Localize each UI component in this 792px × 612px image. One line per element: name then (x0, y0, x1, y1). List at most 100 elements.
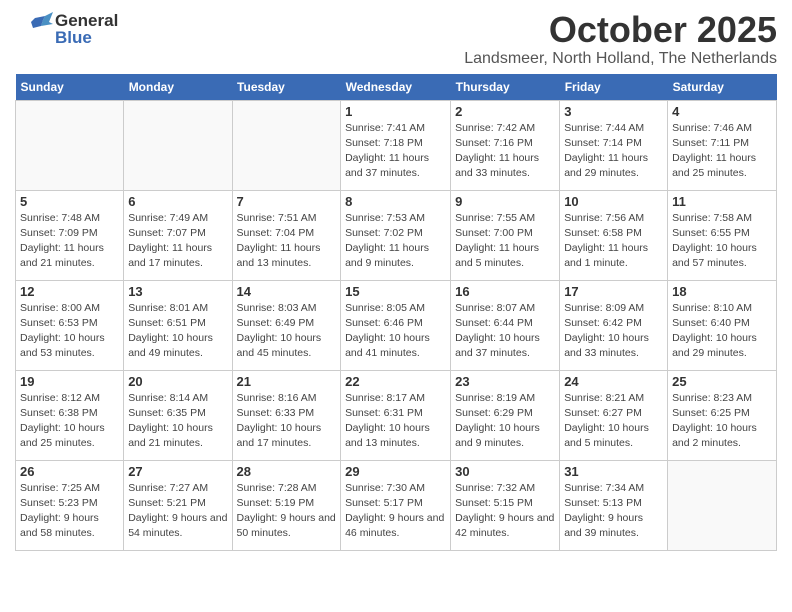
calendar-cell: 23 Sunrise: 8:19 AM Sunset: 6:29 PM Dayli… (451, 370, 560, 460)
date-number: 4 (672, 104, 772, 119)
calendar-week-3: 12 Sunrise: 8:00 AM Sunset: 6:53 PM Dayli… (16, 280, 777, 370)
calendar-cell: 11 Sunrise: 7:58 AM Sunset: 6:55 PM Dayli… (668, 190, 777, 280)
date-number: 28 (237, 464, 337, 479)
calendar-cell: 27Sunrise: 7:27 AM Sunset: 5:21 PM Dayli… (124, 460, 232, 550)
calendar-cell: 25 Sunrise: 8:23 AM Sunset: 6:25 PM Dayli… (668, 370, 777, 460)
date-number: 20 (128, 374, 227, 389)
day-info: Sunrise: 8:07 AM Sunset: 6:44 PM Dayligh… (455, 301, 555, 362)
date-number: 1 (345, 104, 446, 119)
day-info: Sunrise: 7:32 AM Sunset: 5:15 PM Dayligh… (455, 481, 555, 542)
date-number: 17 (564, 284, 663, 299)
day-info: Sunrise: 7:56 AM Sunset: 6:58 PM Dayligh… (564, 211, 663, 272)
calendar-cell: 5 Sunrise: 7:48 AM Sunset: 7:09 PM Daylig… (16, 190, 124, 280)
calendar-cell: 20 Sunrise: 8:14 AM Sunset: 6:35 PM Dayli… (124, 370, 232, 460)
calendar-cell: 15Sunrise: 8:05 AM Sunset: 6:46 PM Dayli… (341, 280, 451, 370)
day-info: Sunrise: 8:14 AM Sunset: 6:35 PM Dayligh… (128, 391, 227, 452)
day-info: Sunrise: 8:01 AM Sunset: 6:51 PM Dayligh… (128, 301, 227, 362)
day-info: Sunrise: 7:44 AM Sunset: 7:14 PM Dayligh… (564, 121, 663, 182)
day-info: Sunrise: 8:00 AM Sunset: 6:53 PM Dayligh… (20, 301, 119, 362)
date-number: 18 (672, 284, 772, 299)
day-info: Sunrise: 7:30 AM Sunset: 5:17 PM Dayligh… (345, 481, 446, 542)
day-info: Sunrise: 7:49 AM Sunset: 7:07 PM Dayligh… (128, 211, 227, 272)
col-monday: Monday (124, 74, 232, 101)
date-number: 31 (564, 464, 663, 479)
logo: General Blue (15, 10, 118, 48)
date-number: 9 (455, 194, 555, 209)
day-info: Sunrise: 7:53 AM Sunset: 7:02 PM Dayligh… (345, 211, 446, 272)
calendar-cell (124, 100, 232, 190)
date-number: 6 (128, 194, 227, 209)
calendar-cell: 1 Sunrise: 7:41 AM Sunset: 7:18 PM Daylig… (341, 100, 451, 190)
calendar-cell (232, 100, 341, 190)
day-info: Sunrise: 7:46 AM Sunset: 7:11 PM Dayligh… (672, 121, 772, 182)
calendar-cell: 12 Sunrise: 8:00 AM Sunset: 6:53 PM Dayli… (16, 280, 124, 370)
date-number: 22 (345, 374, 446, 389)
calendar-cell: 24 Sunrise: 8:21 AM Sunset: 6:27 PM Dayli… (560, 370, 668, 460)
date-number: 30 (455, 464, 555, 479)
date-number: 8 (345, 194, 446, 209)
date-number: 16 (455, 284, 555, 299)
logo-icon (15, 10, 53, 48)
date-number: 27 (128, 464, 227, 479)
day-info: Sunrise: 7:34 AM Sunset: 5:13 PM Dayligh… (564, 481, 663, 542)
day-info: Sunrise: 7:58 AM Sunset: 6:55 PM Dayligh… (672, 211, 772, 272)
calendar-week-4: 19 Sunrise: 8:12 AM Sunset: 6:38 PM Dayli… (16, 370, 777, 460)
calendar-cell: 26 Sunrise: 7:25 AM Sunset: 5:23 PM Dayli… (16, 460, 124, 550)
location-title: Landsmeer, North Holland, The Netherland… (464, 50, 777, 68)
calendar-cell: 28 Sunrise: 7:28 AM Sunset: 5:19 PM Dayli… (232, 460, 341, 550)
col-wednesday: Wednesday (341, 74, 451, 101)
day-info: Sunrise: 8:23 AM Sunset: 6:25 PM Dayligh… (672, 391, 772, 452)
day-info: Sunrise: 8:21 AM Sunset: 6:27 PM Dayligh… (564, 391, 663, 452)
calendar-cell: 6 Sunrise: 7:49 AM Sunset: 7:07 PM Daylig… (124, 190, 232, 280)
date-number: 2 (455, 104, 555, 119)
col-tuesday: Tuesday (232, 74, 341, 101)
day-info: Sunrise: 7:48 AM Sunset: 7:09 PM Dayligh… (20, 211, 119, 272)
day-info: Sunrise: 8:19 AM Sunset: 6:29 PM Dayligh… (455, 391, 555, 452)
date-number: 5 (20, 194, 119, 209)
calendar-cell: 14 Sunrise: 8:03 AM Sunset: 6:49 PM Dayli… (232, 280, 341, 370)
date-number: 14 (237, 284, 337, 299)
calendar-cell: 22Sunrise: 8:17 AM Sunset: 6:31 PM Dayli… (341, 370, 451, 460)
date-number: 26 (20, 464, 119, 479)
date-number: 29 (345, 464, 446, 479)
calendar-week-1: 1 Sunrise: 7:41 AM Sunset: 7:18 PM Daylig… (16, 100, 777, 190)
day-info: Sunrise: 7:28 AM Sunset: 5:19 PM Dayligh… (237, 481, 337, 542)
calendar-cell: 21Sunrise: 8:16 AM Sunset: 6:33 PM Dayli… (232, 370, 341, 460)
header-row: Sunday Monday Tuesday Wednesday Thursday… (16, 74, 777, 101)
calendar-cell: 9Sunrise: 7:55 AM Sunset: 7:00 PM Daylig… (451, 190, 560, 280)
calendar-cell: 17 Sunrise: 8:09 AM Sunset: 6:42 PM Dayli… (560, 280, 668, 370)
title-section: October 2025 Landsmeer, North Holland, T… (464, 10, 777, 68)
calendar-week-2: 5 Sunrise: 7:48 AM Sunset: 7:09 PM Daylig… (16, 190, 777, 280)
date-number: 11 (672, 194, 772, 209)
page: General Blue October 2025 Landsmeer, Nor… (0, 0, 792, 561)
calendar-week-5: 26 Sunrise: 7:25 AM Sunset: 5:23 PM Dayli… (16, 460, 777, 550)
day-info: Sunrise: 8:12 AM Sunset: 6:38 PM Dayligh… (20, 391, 119, 452)
logo-text-block: General Blue (55, 12, 118, 46)
day-info: Sunrise: 8:16 AM Sunset: 6:33 PM Dayligh… (237, 391, 337, 452)
day-info: Sunrise: 7:41 AM Sunset: 7:18 PM Dayligh… (345, 121, 446, 182)
calendar-table: Sunday Monday Tuesday Wednesday Thursday… (15, 74, 777, 551)
header: General Blue October 2025 Landsmeer, Nor… (15, 10, 777, 68)
date-number: 24 (564, 374, 663, 389)
day-info: Sunrise: 8:09 AM Sunset: 6:42 PM Dayligh… (564, 301, 663, 362)
day-info: Sunrise: 8:10 AM Sunset: 6:40 PM Dayligh… (672, 301, 772, 362)
day-info: Sunrise: 7:51 AM Sunset: 7:04 PM Dayligh… (237, 211, 337, 272)
col-sunday: Sunday (16, 74, 124, 101)
col-friday: Friday (560, 74, 668, 101)
date-number: 13 (128, 284, 227, 299)
day-info: Sunrise: 8:03 AM Sunset: 6:49 PM Dayligh… (237, 301, 337, 362)
date-number: 19 (20, 374, 119, 389)
date-number: 25 (672, 374, 772, 389)
col-saturday: Saturday (668, 74, 777, 101)
date-number: 12 (20, 284, 119, 299)
day-info: Sunrise: 8:05 AM Sunset: 6:46 PM Dayligh… (345, 301, 446, 362)
col-thursday: Thursday (451, 74, 560, 101)
calendar-cell: 8 Sunrise: 7:53 AM Sunset: 7:02 PM Daylig… (341, 190, 451, 280)
calendar-cell: 29 Sunrise: 7:30 AM Sunset: 5:17 PM Dayli… (341, 460, 451, 550)
date-number: 23 (455, 374, 555, 389)
day-info: Sunrise: 7:25 AM Sunset: 5:23 PM Dayligh… (20, 481, 119, 542)
calendar-cell: 7Sunrise: 7:51 AM Sunset: 7:04 PM Daylig… (232, 190, 341, 280)
date-number: 3 (564, 104, 663, 119)
calendar-cell: 13 Sunrise: 8:01 AM Sunset: 6:51 PM Dayli… (124, 280, 232, 370)
calendar-cell (668, 460, 777, 550)
